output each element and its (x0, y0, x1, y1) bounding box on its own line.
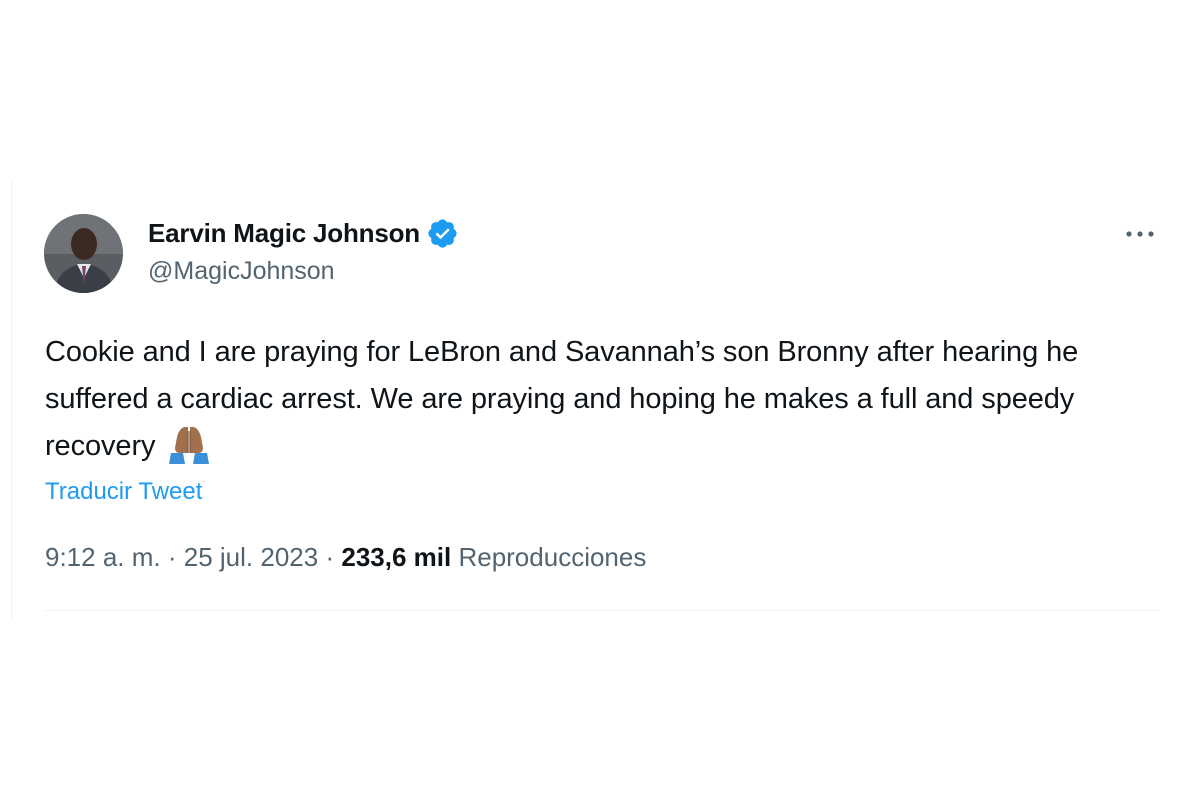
more-options-button[interactable] (1120, 219, 1160, 249)
avatar[interactable] (44, 214, 123, 293)
tweet-text: Cookie and I are praying for LeBron and … (45, 329, 1145, 470)
tweet-card[interactable]: Earvin Magic Johnson @MagicJohnson Cooki… (11, 181, 1162, 619)
tweet-metadata: 9:12 a. m. · 25 jul. 2023 · 233,6 mil Re… (45, 542, 646, 573)
meta-separator: · (325, 542, 335, 572)
more-options-icon (1125, 225, 1155, 243)
translate-tweet-link[interactable]: Traducir Tweet (45, 478, 202, 506)
divider (44, 610, 1160, 611)
folded-hands-emoji-icon (167, 423, 211, 465)
author-handle[interactable]: @MagicJohnson (148, 257, 335, 286)
author-name-row: Earvin Magic Johnson (148, 216, 459, 250)
tweet-time[interactable]: 9:12 a. m. (45, 542, 161, 572)
author-display-name[interactable]: Earvin Magic Johnson (148, 218, 420, 249)
views-count[interactable]: 233,6 mil (341, 542, 451, 572)
meta-separator: · (167, 542, 177, 572)
tweet-date[interactable]: 25 jul. 2023 (184, 542, 318, 572)
verified-badge-icon[interactable] (426, 217, 459, 250)
views-label: Reproducciones (458, 542, 647, 572)
